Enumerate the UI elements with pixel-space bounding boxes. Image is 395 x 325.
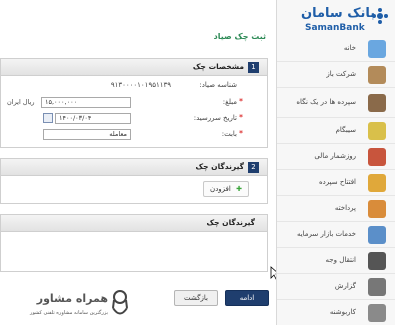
due-date-row: * تاریخ سررسید: ۱۴۰۰/۰۳/۰۴ [0,112,267,126]
sidebar-item-user[interactable]: کاربوشنه [277,300,395,325]
required-marker: * [239,129,243,138]
amount-input[interactable]: ۱۵,۰۰۰,۰۰۰ [41,97,131,108]
sidebar-item-label: کاربوشنه [329,308,356,316]
calendar-icon [368,148,386,166]
section-title: گیرندگان چک [195,162,244,171]
reason-row: * بابت: معامله [0,128,267,142]
sidebar-item-home[interactable]: خانه [277,36,395,62]
saman-logo-icon [372,8,388,24]
sidebar-item-label: خانه [343,44,356,52]
sidebar-item-sibgam[interactable]: سیبگام [277,118,395,144]
sidebar-item-company[interactable]: شرکت باز [277,62,395,88]
sidebar-item-label: پرداخته [334,204,356,212]
sidebar-item-label: انتقال وجه [325,256,356,264]
amount-label: مبلغ: [222,98,237,106]
deposit-icon [368,174,386,192]
sidebar-item-deposits-overview[interactable]: سپرده ها در یک نگاه [277,88,395,118]
headset-logo-icon [112,290,128,315]
brand-logo: بانک سامان SamanBank [287,4,392,36]
section-title: مشخصات چک [192,62,244,71]
back-button[interactable]: بازگشت [174,290,218,306]
user-icon [368,304,386,322]
sidebar-item-label: سپرده ها در یک نگاه [296,98,356,106]
brand-name-fa: بانک سامان [301,6,376,21]
calendar-icon[interactable] [43,113,53,123]
sayad-id-value: ۹۱۳۰۰۰۰۱۰۱۹۵۱۱۳۹ [110,81,171,89]
folder-icon [368,122,386,140]
currency-label: ریال ایران [7,98,35,106]
step-number: 1 [248,62,259,73]
sidebar-item-label: شرکت باز [326,70,356,78]
recipients-list-header: گیرندگان چک [1,215,267,232]
report-icon [368,278,386,296]
sidebar-item-financial-calendar[interactable]: روزشمار مالی [277,144,395,170]
sidebar-item-open-deposit[interactable]: افتتاح سپرده [277,170,395,196]
recipients-header: 2 گیرندگان چک [1,159,267,176]
watermark: همراه مشاور بزرگترین سامانه مشاوره تلفنی… [30,286,130,324]
briefcase-icon [368,66,386,84]
sidebar-item-payment[interactable]: پرداخته [277,196,395,222]
chart-icon [368,226,386,244]
watermark-title: همراه مشاور [36,292,108,305]
payment-icon [368,200,386,218]
due-date-label: تاریخ سررسید: [193,114,237,122]
sidebar: بانک سامان SamanBank خانه شرکت باز سپرده… [276,0,395,325]
due-date-input[interactable]: ۱۴۰۰/۰۳/۰۴ [55,113,131,124]
recipients-list-panel: گیرندگان چک [0,214,268,272]
page-title: ثبت چک صیاد [213,32,266,41]
sidebar-item-label: افتتاح سپرده [318,178,356,186]
required-marker: * [239,113,243,122]
main-content: ثبت چک صیاد 1 مشخصات چک شناسه صیاد: ۹۱۳۰… [0,0,280,325]
transfer-icon [368,252,386,270]
watermark-subtitle: بزرگترین سامانه مشاوره تلفنی کشور [30,310,108,316]
section-title: گیرندگان چک [206,218,255,227]
continue-button[interactable]: ادامه [225,290,269,306]
safe-icon [368,94,386,112]
sidebar-item-transfer[interactable]: انتقال وجه [277,248,395,274]
brand-name-en: SamanBank [305,23,365,33]
amount-row: * مبلغ: ۱۵,۰۰۰,۰۰۰ ریال ایران [0,96,267,110]
add-recipient-label: افزودن [210,185,231,193]
add-recipient-button[interactable]: افزودن ✚ [203,181,249,197]
reason-select[interactable]: معامله [43,129,131,140]
sidebar-item-label: سیبگام [335,126,356,134]
cheque-details-panel: 1 مشخصات چک شناسه صیاد: ۹۱۳۰۰۰۰۱۰۱۹۵۱۱۳۹… [0,58,268,148]
cheque-details-header: 1 مشخصات چک [1,59,267,76]
sidebar-item-label: گزارش [334,282,356,290]
sayad-id-label: شناسه صیاد: [199,81,237,89]
reason-label: بابت: [221,130,237,138]
step-number: 2 [248,162,259,173]
sidebar-item-label: خدمات بازار سرمایه [296,230,356,238]
sidebar-item-report[interactable]: گزارش [277,274,395,300]
sidebar-item-label: روزشمار مالی [314,152,356,160]
sidebar-menu: خانه شرکت باز سپرده ها در یک نگاه سیبگام… [277,36,395,325]
sidebar-item-capital-market[interactable]: خدمات بازار سرمایه [277,222,395,248]
plus-icon: ✚ [236,185,242,193]
sayad-id-row: شناسه صیاد: ۹۱۳۰۰۰۰۱۰۱۹۵۱۱۳۹ [0,79,267,93]
required-marker: * [239,97,243,106]
recipients-panel: 2 گیرندگان چک افزودن ✚ [0,158,268,204]
home-icon [368,40,386,58]
